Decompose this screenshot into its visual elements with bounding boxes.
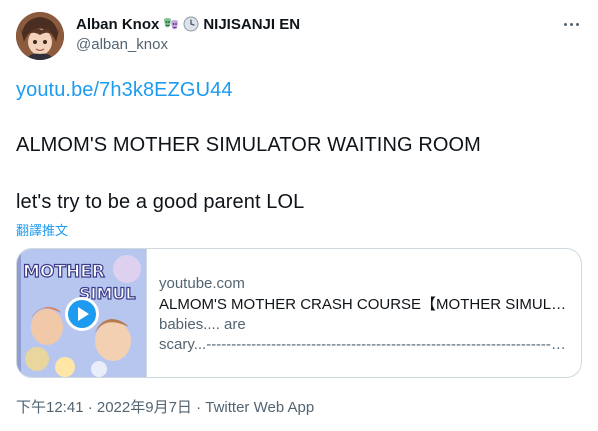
card-domain: youtube.com: [159, 275, 245, 292]
clock-emoji-icon: [183, 16, 199, 32]
card-description-line-2: scary...--------------------------------…: [159, 336, 569, 353]
masks-emoji-icon: [163, 16, 179, 32]
user-handle[interactable]: @alban_knox: [76, 36, 168, 53]
more-options-icon[interactable]: [560, 14, 582, 34]
link-preview-card[interactable]: MOTHER SIMUL youtube.com ALMOM'S MOTHER …: [16, 248, 582, 378]
tweet-text-line-1: ALMOM'S MOTHER SIMULATOR WAITING ROOM: [16, 134, 481, 156]
affiliation-text: NIJISANJI EN: [203, 15, 301, 33]
thumbnail-title-1: MOTHER: [23, 262, 105, 282]
name-row: Alban Knox NIJISANJI EN: [76, 14, 300, 34]
video-thumbnail[interactable]: MOTHER SIMUL: [17, 249, 147, 377]
avatar[interactable]: [16, 12, 64, 60]
play-button-icon[interactable]: [64, 297, 99, 331]
tweet: Alban Knox NIJISANJI EN @alban_knox yout…: [0, 0, 598, 431]
card-description-line-1: babies.... are: [159, 316, 246, 333]
translate-tweet-link[interactable]: 翻譯推文: [16, 220, 68, 239]
display-name[interactable]: Alban Knox: [76, 16, 159, 33]
tweet-metadata[interactable]: 下午12:41 · 2022年9月7日 · Twitter Web App: [16, 396, 314, 417]
tweet-link[interactable]: youtu.be/7h3k8EZGU44: [16, 79, 233, 102]
card-text-area: youtube.com ALMOM'S MOTHER CRASH COURSE【…: [147, 249, 581, 377]
tweet-text-line-2: let's try to be a good parent LOL: [16, 191, 305, 213]
card-title: ALMOM'S MOTHER CRASH COURSE【MOTHER SIMUL…: [159, 296, 569, 313]
avatar-image: [16, 12, 64, 60]
